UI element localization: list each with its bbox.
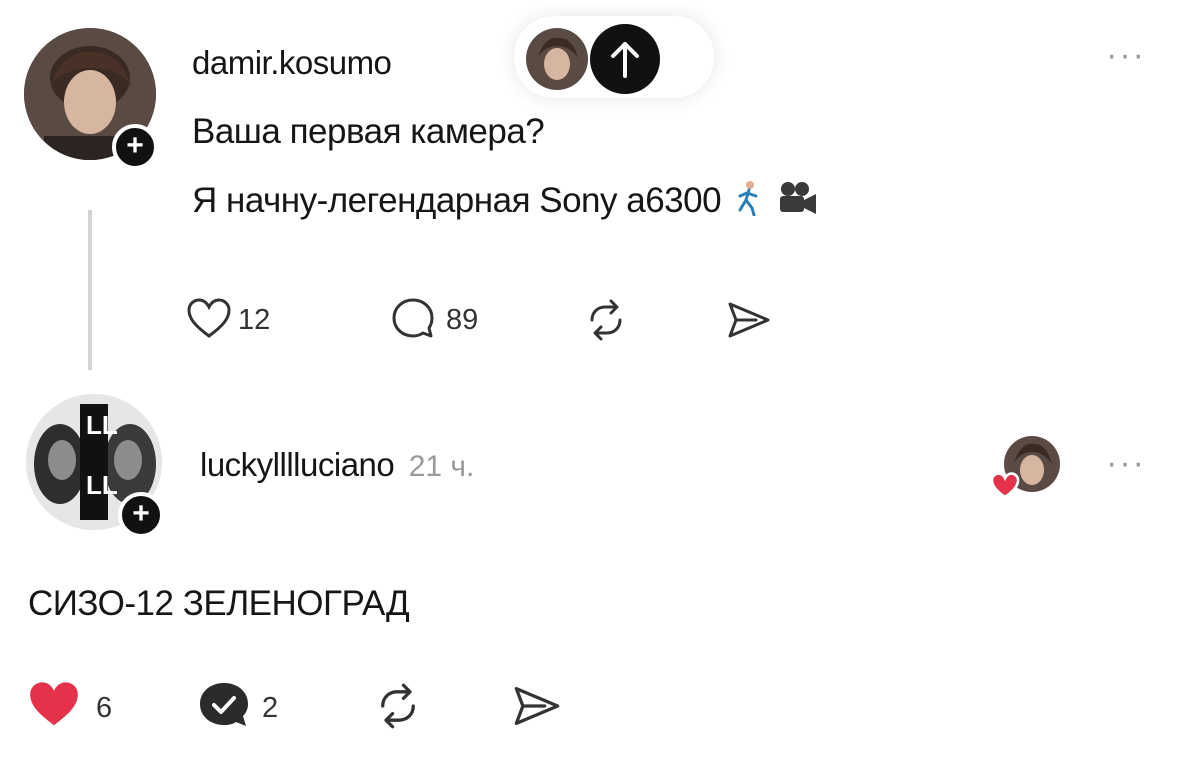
heart-badge-icon <box>990 472 1020 500</box>
more-horizontal-icon[interactable]: ··· <box>1106 444 1146 483</box>
video-camera-emoji-icon <box>776 180 818 216</box>
reply-text: СИЗО-12 ЗЕЛЕНОГРАД <box>28 584 410 623</box>
post-answer-line: Я начну-легендарная Sony a6300 <box>192 180 818 221</box>
post-author-username[interactable]: damir.kosumo <box>192 44 392 82</box>
reply-like-count: 6 <box>96 692 113 724</box>
reply-header: luckylllluciano 21 ч. <box>200 446 474 484</box>
reply-author-username[interactable]: luckylllluciano <box>200 446 395 483</box>
reply-comment-count: 2 <box>262 692 279 724</box>
follow-plus-icon[interactable]: + <box>118 492 164 538</box>
arrow-up-icon[interactable] <box>590 24 660 94</box>
comment-count: 89 <box>446 304 479 336</box>
share-send-icon[interactable] <box>726 300 772 340</box>
avatar-label-top: LL <box>86 410 118 440</box>
post-answer: Я начну-легендарная Sony a6300 <box>192 181 722 220</box>
repost-arrows-icon[interactable] <box>584 298 628 342</box>
share-send-icon[interactable] <box>512 684 562 728</box>
post-question: Ваша первая камера? <box>192 112 545 151</box>
heart-filled-icon[interactable] <box>26 680 82 730</box>
heart-icon[interactable] <box>186 298 232 340</box>
follow-plus-icon[interactable]: + <box>112 124 158 170</box>
mini-avatar <box>526 28 588 90</box>
repost-arrows-icon[interactable] <box>374 682 422 730</box>
reply-timestamp: 21 ч. <box>408 450 475 483</box>
comment-bubble-icon[interactable] <box>390 296 436 342</box>
avatar-label-bottom: LL <box>86 470 118 500</box>
comment-verified-icon[interactable] <box>196 680 252 732</box>
like-count: 12 <box>238 304 271 336</box>
more-horizontal-icon[interactable]: ··· <box>1106 36 1146 75</box>
thread-line <box>88 210 92 370</box>
running-person-emoji-icon <box>732 180 764 216</box>
